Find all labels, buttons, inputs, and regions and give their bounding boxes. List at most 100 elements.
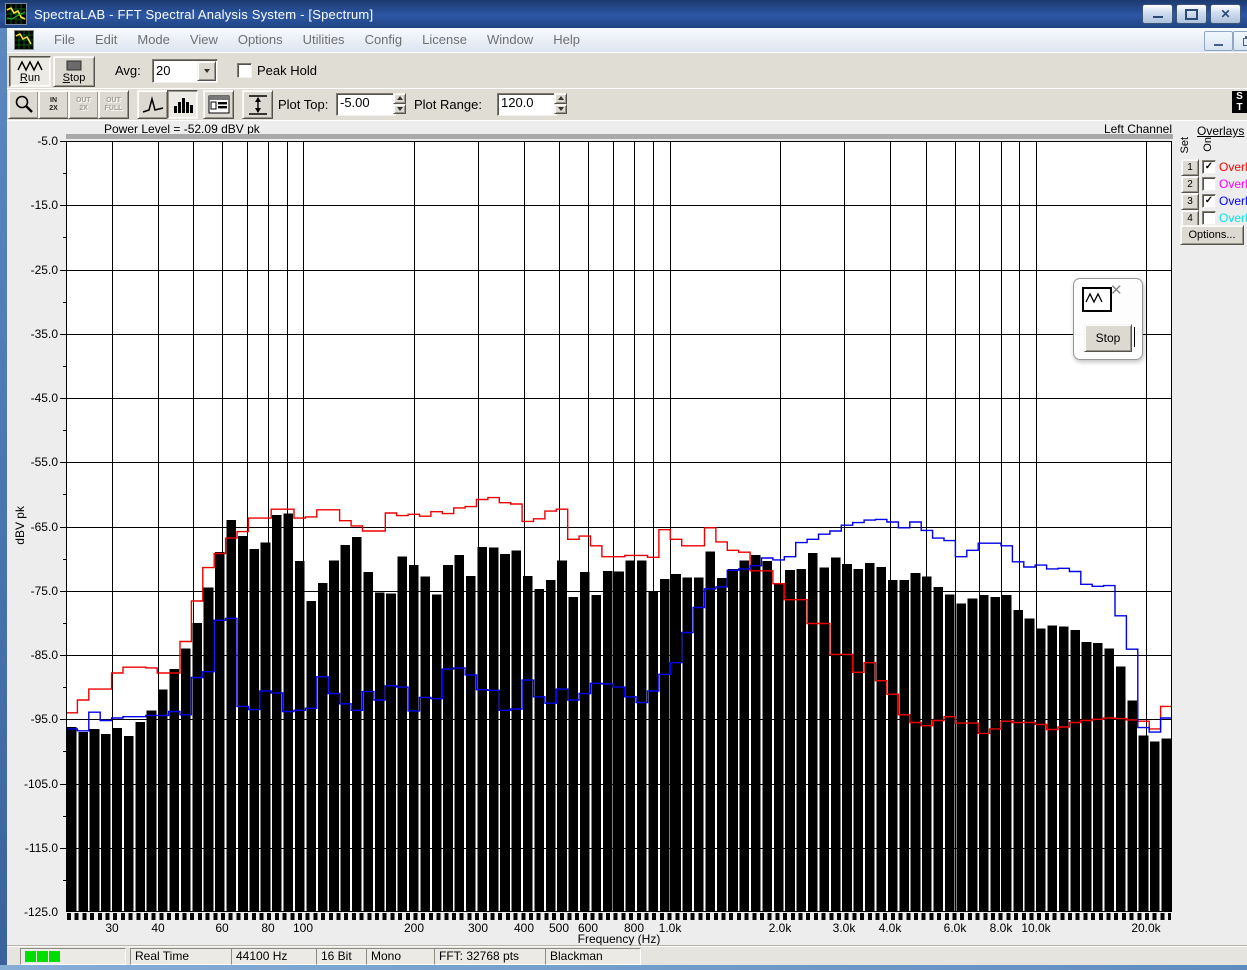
line-plot-mode-button[interactable] [137,90,168,119]
level-led [25,951,36,962]
status-16-bit: 16 Bit [316,948,371,965]
logo-letter-s: S [1236,91,1243,102]
plot-toolbar: IN 2X OUT 2X OUT FULL Plot Top: -5.00 Pl… [7,88,1247,121]
avg-dropdown-arrow[interactable] [197,61,216,81]
overlay-on-checkbox-3[interactable]: ✓ [1202,194,1216,208]
plot-range-spin-down[interactable] [554,103,567,114]
plot-top-spin-up[interactable] [393,93,406,104]
status-bar: Real Time 44100 Hz 16 Bit Mono FFT: 32768 pt… [7,945,1247,966]
plot-range-spin-up[interactable] [554,93,567,104]
maximize-icon [1185,8,1198,20]
line-plot-icon [142,95,163,113]
level-led-panel [20,948,126,965]
window-frame-bottom [0,965,1247,970]
y-tick--95.0: -95.0 [30,712,58,726]
y-tick--5.0: -5.0 [37,134,58,148]
plot-top-shadow [66,134,1173,139]
mdi-restore-icon [1243,38,1247,46]
zoom-in-label-1: IN [50,96,57,104]
mdi-restore-button[interactable] [1233,31,1247,51]
status-44100-hz: 44100 Hz [231,948,321,965]
menu-utilities[interactable]: Utilities [293,29,355,50]
overlay-label-2: Overla [1219,177,1247,191]
zoom-full-label-1: OUT [106,96,121,104]
close-button[interactable]: ✕ [1210,4,1241,24]
menu-mode[interactable]: Mode [127,29,180,50]
overlays-panel-title: Overlays [1197,124,1245,138]
stop-rect-icon [66,60,82,70]
display-options-button[interactable] [203,90,234,119]
y-scale-button[interactable] [242,90,273,119]
zoom-out-label-1: OUT [76,96,91,104]
menu-view[interactable]: View [180,29,228,50]
spin-down-icon [396,106,403,111]
spin-up-icon [396,96,403,101]
overlays-options-button[interactable]: Options... [1180,225,1244,245]
menu-items: File Edit Mode View Options Utilities Config Li… [44,31,590,49]
app-icon[interactable] [5,3,27,25]
y-tick--115.0: -115.0 [24,841,58,855]
y-tick--75.0: -75.0 [30,584,58,598]
run-button[interactable]: Run [9,56,51,87]
avg-label: Avg: [115,63,141,78]
peak-hold-checkbox[interactable] [237,63,252,78]
avg-value: 20 [156,63,171,78]
minimize-button[interactable] [1142,4,1173,24]
zoom-full-label-2: FULL [104,104,123,112]
document-icon[interactable] [14,30,34,50]
spin-up-icon [557,96,564,101]
y-tick--15.0: -15.0 [30,198,58,212]
zoom-out-2x-button[interactable]: OUT 2X [68,90,99,119]
maximize-button[interactable] [1176,4,1207,24]
plot-top-spin-down[interactable] [393,103,406,114]
plot-top-field[interactable]: -5.00 [336,93,396,116]
y-tick--85.0: -85.0 [30,648,58,662]
zoom-out-label-2: 2X [79,104,88,112]
application-window: SpectraLAB - FFT Spectral Analysis Syste… [0,0,1247,970]
zoom-in-2x-button[interactable]: IN 2X [38,90,69,119]
menu-edit[interactable]: Edit [85,29,127,50]
menu-file[interactable]: File [44,29,85,50]
overlay-on-checkbox-2[interactable] [1202,177,1216,191]
plot-top-label: Plot Top: [278,97,329,112]
overlays-on-column-label: On [1202,137,1214,152]
spectrum-svg [66,141,1172,912]
overlay-label-3: Overla [1219,194,1247,208]
overlay-set-button-2[interactable]: 2 [1181,176,1199,193]
overlay-set-button-1[interactable]: 1 [1181,159,1199,176]
bar-plot-mode-button[interactable] [167,90,198,119]
logo-letter-t: T [1236,102,1243,113]
floating-stop-button[interactable]: Stop [1084,324,1132,352]
overlay-set-button-3[interactable]: 3 [1181,193,1199,210]
y-tick--25.0: -25.0 [30,263,58,277]
menu-config[interactable]: Config [355,29,413,50]
spectrum-plot[interactable] [66,141,1172,912]
mdi-minimize-button[interactable] [1204,31,1233,51]
stop-button-label: Stop [62,71,86,84]
avg-combobox[interactable]: 20 [152,59,218,83]
x-axis-title: Frequency (Hz) [577,932,661,946]
menu-license[interactable]: License [412,29,477,50]
ghost-close-icon[interactable]: ✕ [1110,281,1123,299]
floating-stop-panel: ✕ Stop [1073,278,1143,360]
close-icon: ✕ [1220,7,1231,21]
menu-window[interactable]: Window [477,29,543,50]
plot-range-field[interactable]: 120.0 [497,93,557,116]
floating-stop-label: Stop [1095,331,1121,345]
level-led [49,951,60,962]
status-blackman: Blackman [545,948,641,965]
stop-button[interactable]: Stop [53,56,95,87]
text-caret [1134,327,1135,347]
overlay-on-checkbox-1[interactable]: ✓ [1202,160,1216,174]
level-led [37,951,48,962]
window-frame-left [0,28,7,970]
plot-window-icon-button[interactable] [1082,287,1112,312]
spectrum-display-panel: Power Level = -52.09 dBV pk Left Channel… [7,120,1247,946]
x-axis-tick-strip [67,913,1171,920]
overlay-on-checkbox-4[interactable] [1202,211,1216,225]
zoom-button[interactable] [8,90,39,119]
zoom-out-full-button[interactable]: OUT FULL [98,90,129,119]
status-mono: Mono [366,948,439,965]
menu-help[interactable]: Help [543,29,590,50]
menu-options[interactable]: Options [228,29,293,50]
